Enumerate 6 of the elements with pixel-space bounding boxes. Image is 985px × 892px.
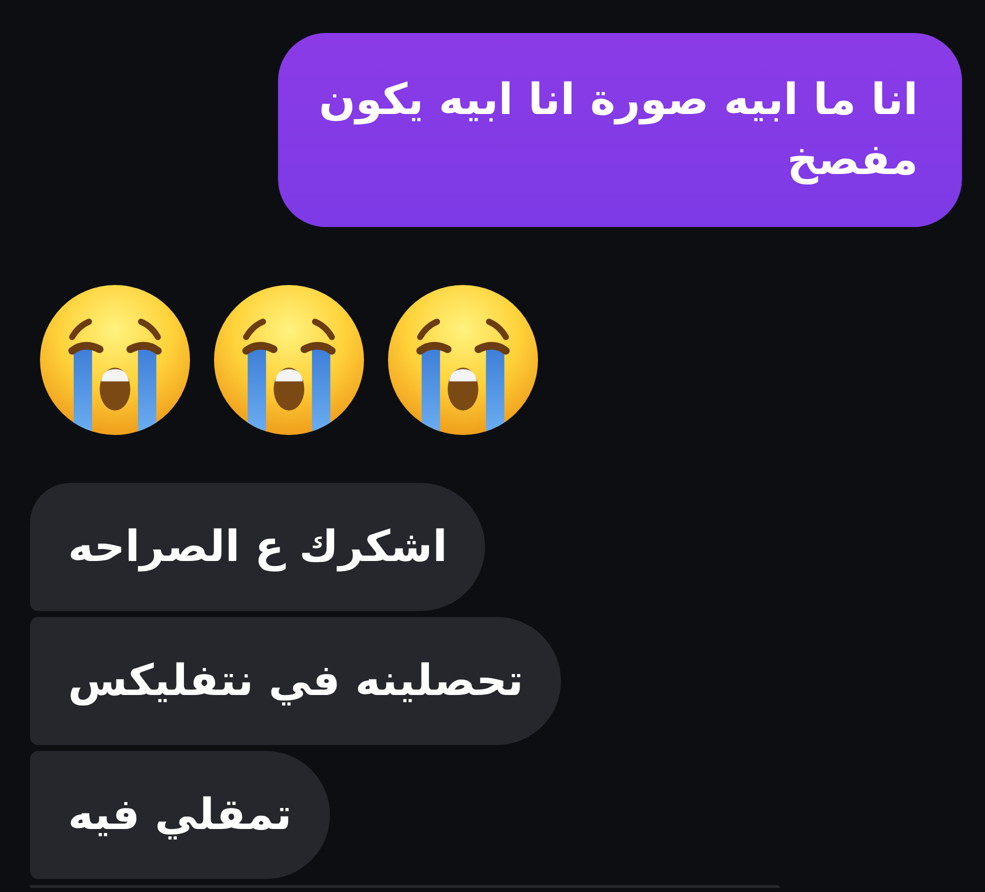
crying-face-icon — [214, 285, 364, 435]
message-bubble: اشكرك ع الصراحه — [30, 483, 486, 611]
message-bubble: تمقلي فيه — [30, 751, 330, 879]
message-bubble: تحصلينه في نتفليكس — [30, 617, 562, 745]
message-bubble: انا ما ابيه صورة انا ابيه يكون مفصخ — [278, 33, 962, 227]
crying-face-icon — [388, 285, 538, 435]
